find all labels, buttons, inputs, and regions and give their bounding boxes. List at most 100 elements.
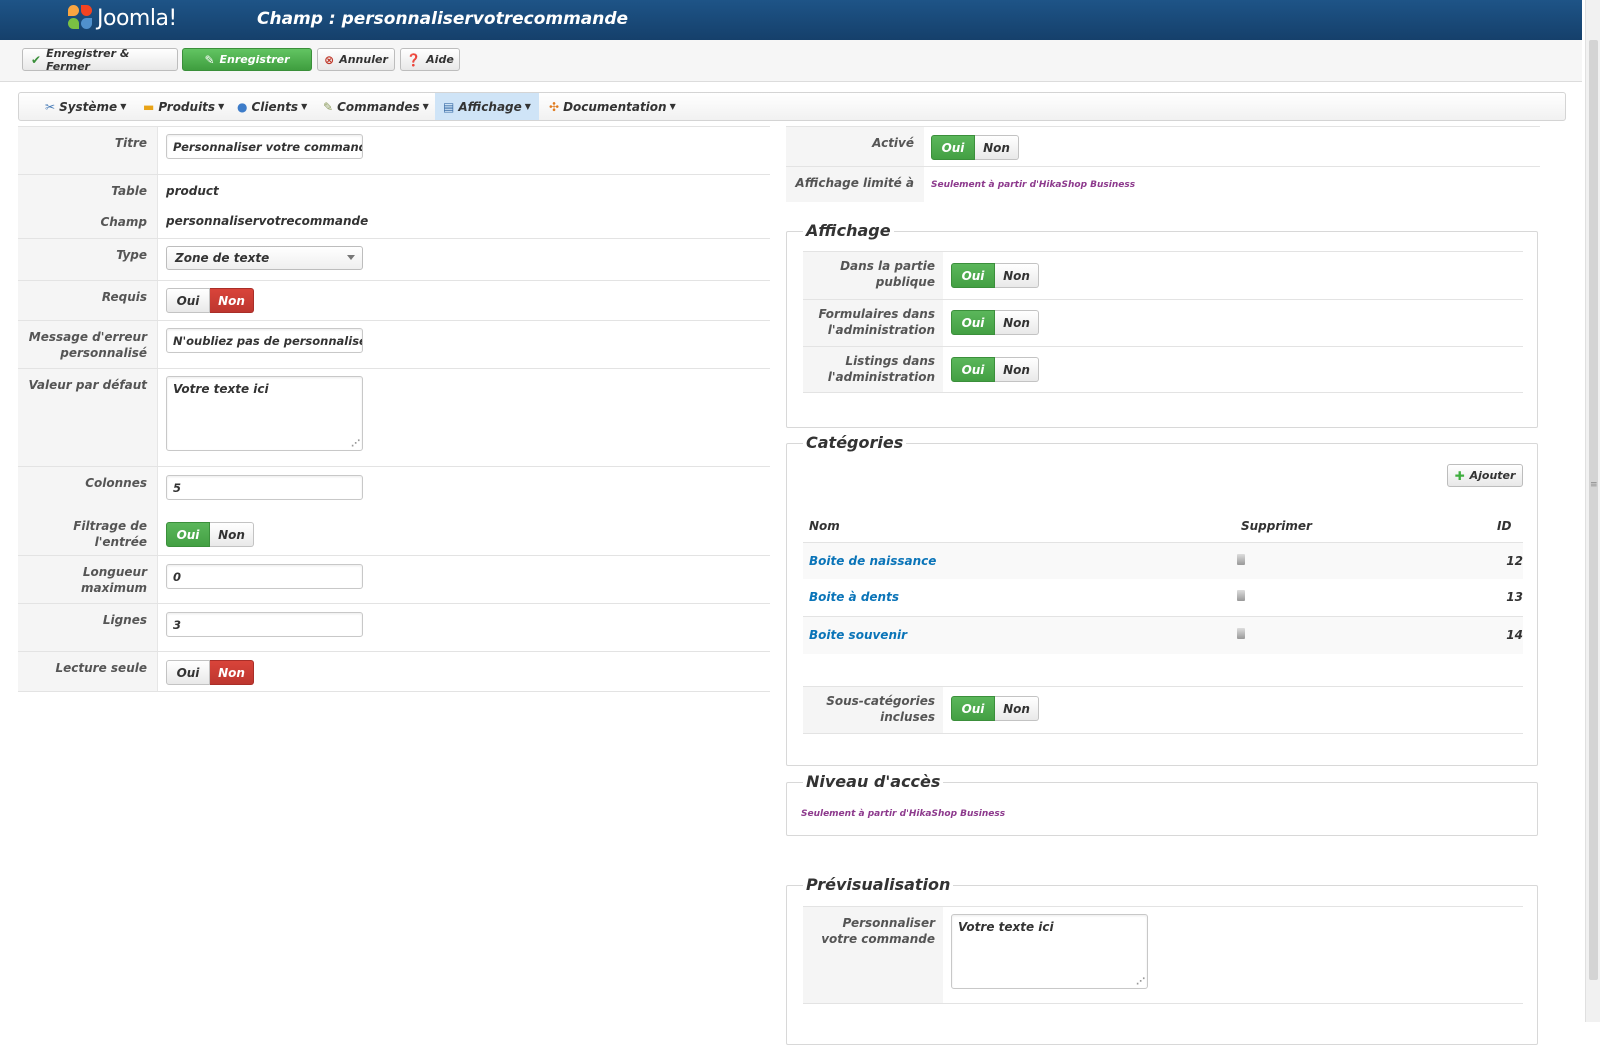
type-label: Type xyxy=(18,239,158,280)
admin-forms-label: Formulaires dans l'administration xyxy=(803,300,943,346)
resize-grip-icon[interactable]: ⋰ xyxy=(351,440,360,449)
row-admin-forms: Formulaires dans l'administration Oui No… xyxy=(803,299,1523,346)
edit-icon: ✎ xyxy=(204,52,215,67)
table-value: product xyxy=(166,184,219,198)
subcategories-no[interactable]: Non xyxy=(995,696,1039,721)
readonly-no[interactable]: Non xyxy=(210,660,254,685)
question-icon: ❓ xyxy=(406,52,422,67)
menu-products[interactable]: ▬ Produits ▼ xyxy=(135,93,232,120)
menu-documentation[interactable]: ✣ Documentation ▼ xyxy=(541,93,684,120)
row-preview: Personnaliser votre commande Votre texte… xyxy=(803,906,1523,1004)
readonly-yes[interactable]: Oui xyxy=(166,660,210,685)
type-select[interactable]: Zone de texte xyxy=(166,246,363,270)
row-subcategories: Sous-catégories incluses Oui Non xyxy=(803,686,1523,734)
error-label: Message d'erreur personnalisé xyxy=(18,321,158,368)
page-title: Champ : personnaliservotrecommande xyxy=(257,9,629,29)
filtering-no[interactable]: Non xyxy=(210,522,254,547)
save-close-button[interactable]: ✔ Enregistrer & Fermer xyxy=(22,47,178,73)
active-no[interactable]: Non xyxy=(975,135,1019,160)
row-title: Titre Personnaliser votre commande xyxy=(18,126,770,174)
required-no[interactable]: Non xyxy=(210,288,254,313)
active-toggle: Oui Non xyxy=(931,135,1019,160)
joomla-logo[interactable]: Joomla! xyxy=(68,3,177,33)
subcategories-label: Sous-catégories incluses xyxy=(803,687,943,733)
trash-icon[interactable] xyxy=(1237,628,1245,639)
help-button[interactable]: ❓ Aide xyxy=(400,48,460,71)
menu-display-label: Affichage xyxy=(458,99,522,114)
toolbar: ✔ Enregistrer & Fermer ✎ Enregistrer ⊗ A… xyxy=(0,40,1582,82)
public-toggle: Oui Non xyxy=(951,263,1039,288)
caret-down-icon: ▼ xyxy=(669,102,676,111)
preview-fieldset: Prévisualisation Personnaliser votre com… xyxy=(786,875,1538,1045)
public-no[interactable]: Non xyxy=(995,263,1039,288)
filtering-yes[interactable]: Oui xyxy=(166,522,210,547)
users-icon: ● xyxy=(237,99,248,114)
active-yes[interactable]: Oui xyxy=(931,135,975,160)
preview-legend: Prévisualisation xyxy=(803,875,954,894)
category-id: 12 xyxy=(1506,554,1523,568)
active-label: Activé xyxy=(786,127,924,166)
save-button[interactable]: ✎ Enregistrer xyxy=(182,48,312,71)
lines-label: Lignes xyxy=(18,604,158,651)
lines-input[interactable]: 3 xyxy=(166,612,363,637)
category-name[interactable]: Boite souvenir xyxy=(809,628,907,642)
row-error: Message d'erreur personnalisé N'oubliez … xyxy=(18,320,770,368)
columns-input[interactable]: 5 xyxy=(166,475,363,500)
row-readonly: Lecture seule Oui Non xyxy=(18,651,770,692)
trash-icon[interactable] xyxy=(1237,590,1245,601)
admin-list-yes[interactable]: Oui xyxy=(951,357,995,382)
row-public: Dans la partie publique Oui Non xyxy=(803,251,1523,299)
category-id: 14 xyxy=(1506,628,1523,642)
menu-orders-label: Commandes xyxy=(337,99,420,114)
business-notice: Seulement à partir d'HikaShop Business xyxy=(931,180,1136,190)
subcategories-yes[interactable]: Oui xyxy=(951,696,995,721)
orders-icon: ✎ xyxy=(323,99,334,114)
public-yes[interactable]: Oui xyxy=(951,263,995,288)
table-row: Boite de naissance 12 xyxy=(803,542,1523,579)
table-row: Boite souvenir 14 xyxy=(803,616,1523,654)
menu-orders[interactable]: ✎ Commandes ▼ xyxy=(315,93,437,120)
required-yes[interactable]: Oui xyxy=(166,288,210,313)
menu-system[interactable]: ✂ Système ▼ xyxy=(37,93,134,120)
vertical-scrollbar[interactable]: ≡ xyxy=(1585,0,1600,1022)
default-value-textarea[interactable]: Votre texte ici ⋰ xyxy=(166,376,363,451)
caret-down-icon: ▼ xyxy=(218,102,225,111)
max-length-input[interactable]: 0 xyxy=(166,564,363,589)
menu-products-label: Produits xyxy=(158,99,216,114)
caret-down-icon: ▼ xyxy=(524,102,531,111)
admin-forms-toggle: Oui Non xyxy=(951,310,1039,335)
title-label: Titre xyxy=(18,127,158,174)
trash-icon[interactable] xyxy=(1237,554,1245,565)
columns-label: Colonnes xyxy=(18,467,158,510)
col-name-header[interactable]: Nom xyxy=(809,519,840,533)
admin-forms-no[interactable]: Non xyxy=(995,310,1039,335)
col-id-header[interactable]: ID xyxy=(1497,519,1511,533)
category-name[interactable]: Boite à dents xyxy=(809,590,899,604)
default-label: Valeur par défaut xyxy=(18,369,158,466)
scrollbar-thumb[interactable] xyxy=(1589,40,1598,980)
row-display-limited: Affichage limité à Seulement à partir d'… xyxy=(786,166,1540,202)
cancel-icon: ⊗ xyxy=(324,52,335,67)
title-input[interactable]: Personnaliser votre commande xyxy=(166,134,363,159)
resize-grip-icon[interactable]: ⋰ xyxy=(1136,978,1145,987)
preview-textarea[interactable]: Votre texte ici ⋰ xyxy=(951,914,1148,989)
filtering-toggle: Oui Non xyxy=(166,522,254,547)
cancel-button[interactable]: ⊗ Annuler xyxy=(317,48,395,71)
products-icon: ▬ xyxy=(143,99,155,114)
admin-list-no[interactable]: Non xyxy=(995,357,1039,382)
menu-display[interactable]: ▤ Affichage ▼ xyxy=(435,93,539,120)
admin-forms-yes[interactable]: Oui xyxy=(951,310,995,335)
admin-list-toggle: Oui Non xyxy=(951,357,1039,382)
display-legend: Affichage xyxy=(803,221,894,240)
display-limited-label: Affichage limité à xyxy=(786,167,924,202)
categories-fieldset: Catégories ✚ Ajouter Nom Supprimer ID Bo… xyxy=(786,433,1538,766)
row-type: Type Zone de texte xyxy=(18,238,770,280)
add-category-button[interactable]: ✚ Ajouter xyxy=(1447,464,1523,487)
error-message-input[interactable]: N'oubliez pas de personnaliser xyxy=(166,328,363,353)
field-value: personnaliservotrecommande xyxy=(166,214,369,228)
readonly-toggle: Oui Non xyxy=(166,660,254,685)
category-name[interactable]: Boite de naissance xyxy=(809,554,936,568)
table-label: Table xyxy=(18,175,158,206)
row-active: Activé Oui Non xyxy=(786,126,1540,166)
menu-clients[interactable]: ● Clients ▼ xyxy=(229,93,315,120)
